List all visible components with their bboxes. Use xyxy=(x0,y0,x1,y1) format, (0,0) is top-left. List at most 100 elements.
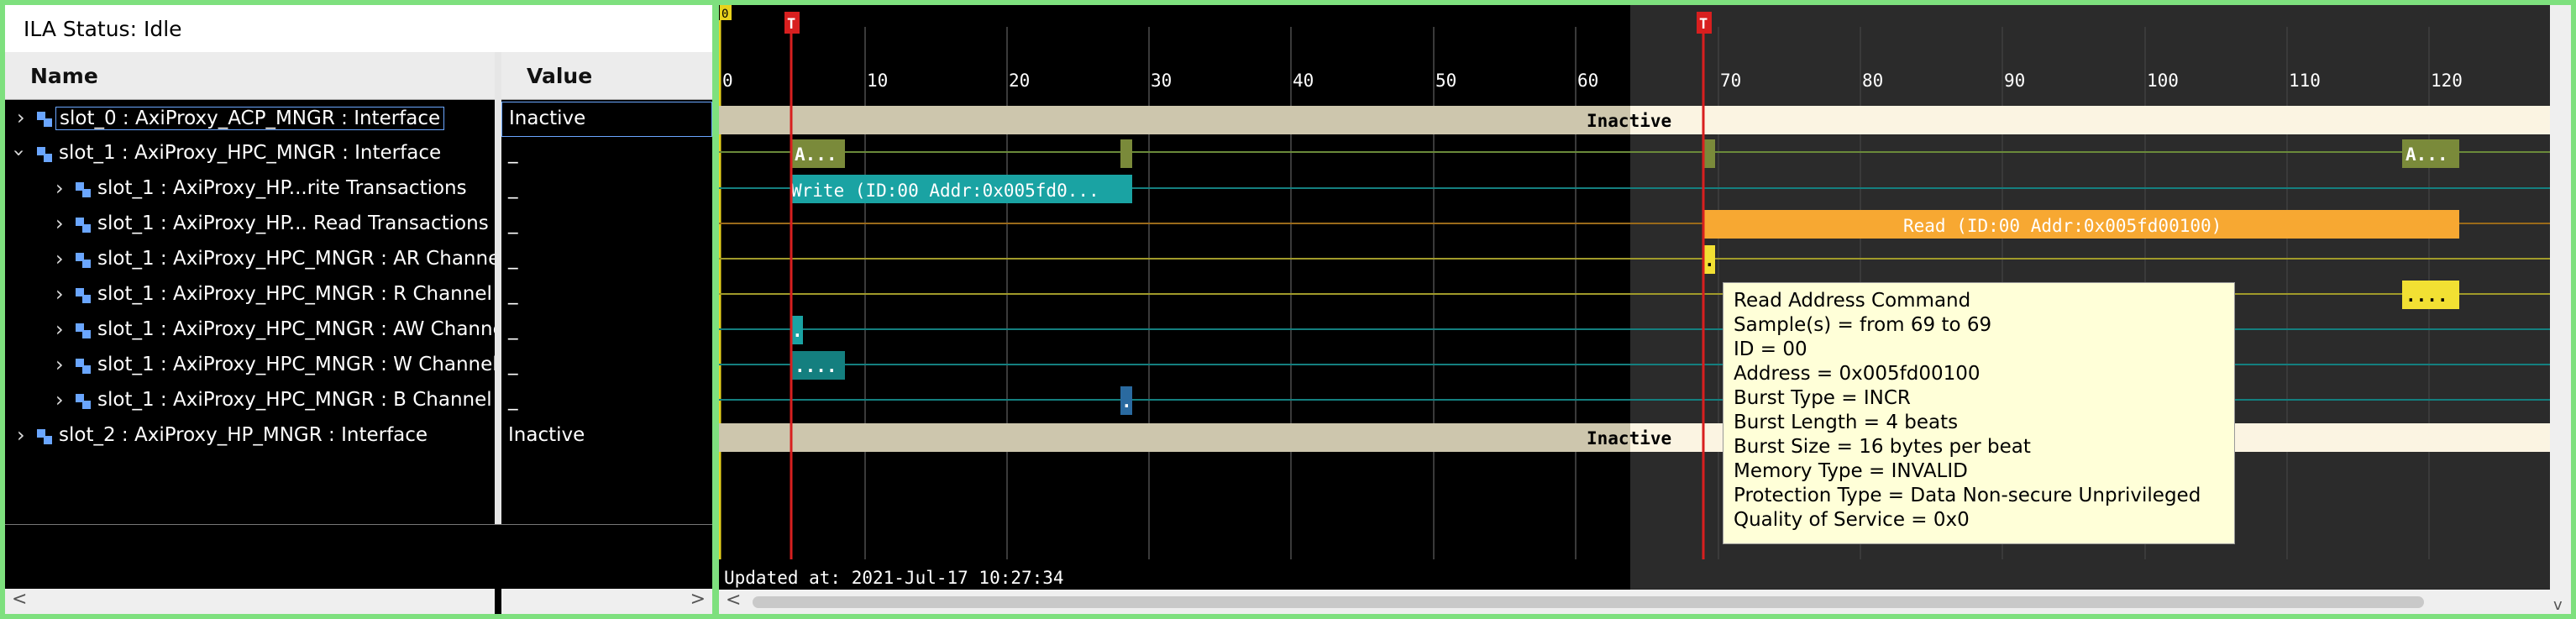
tick-label: 30 xyxy=(1151,71,1172,91)
inactive-label: Inactive xyxy=(1587,428,1671,449)
scroll-left-icon[interactable]: < xyxy=(12,589,27,610)
tick-label: 100 xyxy=(2147,71,2179,91)
chevron-down-icon[interactable]: › xyxy=(8,149,31,157)
interface-icon xyxy=(76,182,92,197)
tick-label: 0 xyxy=(722,71,733,91)
tree-row-slot2[interactable]: › slot_2 : AxiProxy_HP_MNGR : Interface xyxy=(5,419,495,454)
tree-row-ar-channel[interactable]: › slot_1 : AxiProxy_HPC_MNGR : AR Channe… xyxy=(5,243,495,278)
value-cell: _ xyxy=(508,248,518,270)
tree-row-read-transactions[interactable]: › slot_1 : AxiProxy_HP... Read Transacti… xyxy=(5,207,495,243)
inactive-label: Inactive xyxy=(1587,111,1671,131)
transaction-label: A... xyxy=(2405,144,2448,165)
inactive-bar-slot0-post[interactable] xyxy=(1630,106,2550,134)
chevron-right-icon[interactable]: › xyxy=(55,388,64,412)
interface-icon xyxy=(76,323,92,338)
tick-label: 70 xyxy=(1720,71,1741,91)
chevron-right-icon[interactable]: › xyxy=(55,317,64,341)
tree-row-label: slot_1 : AxiProxy_HP... Read Transaction… xyxy=(97,212,489,234)
tree-row-label: slot_1 : AxiProxy_HPC_MNGR : Interface xyxy=(59,142,442,164)
tick-label: 120 xyxy=(2431,71,2463,91)
transaction-marker[interactable] xyxy=(1120,139,1132,168)
vertical-scrollbar[interactable]: v xyxy=(2550,5,2571,614)
tick-label: 60 xyxy=(1577,71,1598,91)
write-transaction-label: Write (ID:00 Addr:0x005fd0... xyxy=(791,181,1099,201)
tick-label: 20 xyxy=(1009,71,1030,91)
name-column-header[interactable]: Name xyxy=(5,52,495,100)
interface-icon xyxy=(76,288,92,303)
scroll-left-icon[interactable]: < xyxy=(726,590,741,611)
chevron-right-icon[interactable]: › xyxy=(55,282,64,306)
value-cell: _ xyxy=(508,283,518,305)
tree-row-label: slot_1 : AxiProxy_HPC_MNGR : W Channel xyxy=(97,354,495,375)
tree-row-label: slot_1 : AxiProxy_HPC_MNGR : R Channel xyxy=(97,283,492,305)
r-event-label: .... xyxy=(2405,286,2448,306)
tree-row-label: slot_1 : AxiProxy_HPC_MNGR : AW Channel xyxy=(97,318,495,340)
chevron-right-icon[interactable]: › xyxy=(55,176,64,200)
tooltip-line: Memory Type = INVALID xyxy=(1734,460,1968,482)
tick-label: 110 xyxy=(2289,71,2321,91)
value-cell: _ xyxy=(508,354,518,375)
tree-row-b-channel[interactable]: › slot_1 : AxiProxy_HPC_MNGR : B Channel xyxy=(5,384,495,419)
inactive-bar-slot0[interactable] xyxy=(719,106,1630,134)
inactive-bar-slot2[interactable] xyxy=(719,423,1630,452)
interface-icon xyxy=(37,147,54,162)
interface-icon xyxy=(76,359,92,374)
ila-status-text: ILA Status: Idle xyxy=(24,17,182,41)
interface-icon xyxy=(76,394,92,409)
interface-icon xyxy=(37,429,54,444)
tick-label: 10 xyxy=(867,71,888,91)
cursor-marker-label: 0 xyxy=(721,8,728,21)
b-event-label: . xyxy=(1121,391,1132,412)
ar-event-label: . xyxy=(1704,250,1715,270)
chevron-right-icon[interactable]: › xyxy=(55,247,64,270)
tooltip-line: Quality of Service = 0x0 xyxy=(1734,509,1970,531)
tree-row-r-channel[interactable]: › slot_1 : AxiProxy_HPC_MNGR : R Channel xyxy=(5,278,495,313)
tree-row-slot1[interactable]: › slot_1 : AxiProxy_HPC_MNGR : Interface xyxy=(5,137,495,172)
chevron-right-icon[interactable]: › xyxy=(17,423,25,447)
tree-row-label: slot_2 : AxiProxy_HP_MNGR : Interface xyxy=(59,424,428,446)
waveform-view[interactable]: 0 10 20 30 40 50 60 70 80 90 100 110 120… xyxy=(719,5,2550,590)
scroll-down-icon[interactable]: v xyxy=(2553,596,2563,614)
value-cell: _ xyxy=(508,177,518,199)
waveform-canvas: 0 10 20 30 40 50 60 70 80 90 100 110 120… xyxy=(719,5,2550,590)
value-cell: _ xyxy=(508,318,518,340)
read-transaction-label: Read (ID:00 Addr:0x005fd00100) xyxy=(1903,216,2222,236)
interface-icon xyxy=(76,253,92,268)
waveform-horizontal-scrollbar[interactable]: < xyxy=(719,590,2550,614)
aw-event-label: . xyxy=(792,321,803,341)
signal-panel: ILA Status: Idle Name › slot_0 : AxiProx… xyxy=(5,5,712,614)
tree-row-w-channel[interactable]: › slot_1 : AxiProxy_HPC_MNGR : W Channel xyxy=(5,349,495,384)
tick-label: 90 xyxy=(2004,71,2025,91)
value-cell: Inactive xyxy=(501,102,712,137)
tree-row-label: slot_1 : AxiProxy_HPC_MNGR : AR Channel xyxy=(97,248,495,270)
value-cell: _ xyxy=(508,142,518,164)
w-event-label: .... xyxy=(795,356,837,376)
tree-row-label: slot_1 : AxiProxy_HP...rite Transactions xyxy=(97,177,467,199)
value-column: Value Inactive _ _ _ _ _ _ _ _ Inactive xyxy=(501,52,712,524)
value-horizontal-scrollbar[interactable]: > xyxy=(501,589,712,614)
value-column-header[interactable]: Value xyxy=(501,52,712,100)
interface-icon xyxy=(76,218,92,233)
tooltip-line: Protection Type = Data Non-secure Unpriv… xyxy=(1734,485,2201,506)
tooltip-line: Sample(s) = from 69 to 69 xyxy=(1734,314,1992,336)
interface-icon xyxy=(37,112,54,127)
chevron-right-icon[interactable]: › xyxy=(17,106,25,129)
tooltip-line: Read Address Command xyxy=(1734,290,1971,312)
tree-row-write-transactions[interactable]: › slot_1 : AxiProxy_HP...rite Transactio… xyxy=(5,172,495,207)
trigger-marker-label: T xyxy=(1699,16,1708,33)
chevron-right-icon[interactable]: › xyxy=(55,212,64,235)
chevron-right-icon[interactable]: › xyxy=(55,353,64,376)
tooltip-line: Address = 0x005fd00100 xyxy=(1734,363,1981,385)
tooltip-line: Burst Type = INCR xyxy=(1734,387,1911,409)
transaction-tooltip: Read Address Command Sample(s) = from 69… xyxy=(1723,282,2235,544)
scroll-right-icon[interactable]: > xyxy=(690,589,706,610)
ila-status-bar: ILA Status: Idle xyxy=(5,5,712,53)
name-column: Name › slot_0 : AxiProxy_ACP_MNGR : Inte… xyxy=(5,52,496,524)
tree-row-slot0[interactable]: › slot_0 : AxiProxy_ACP_MNGR : Interface xyxy=(5,102,495,137)
value-cell: _ xyxy=(508,389,518,411)
transaction-label: A... xyxy=(795,144,837,165)
transaction-marker[interactable] xyxy=(1703,139,1715,168)
tree-row-aw-channel[interactable]: › slot_1 : AxiProxy_HPC_MNGR : AW Channe… xyxy=(5,313,495,349)
name-horizontal-scrollbar[interactable]: < xyxy=(5,589,495,614)
scrollbar-thumb[interactable] xyxy=(753,596,2424,608)
